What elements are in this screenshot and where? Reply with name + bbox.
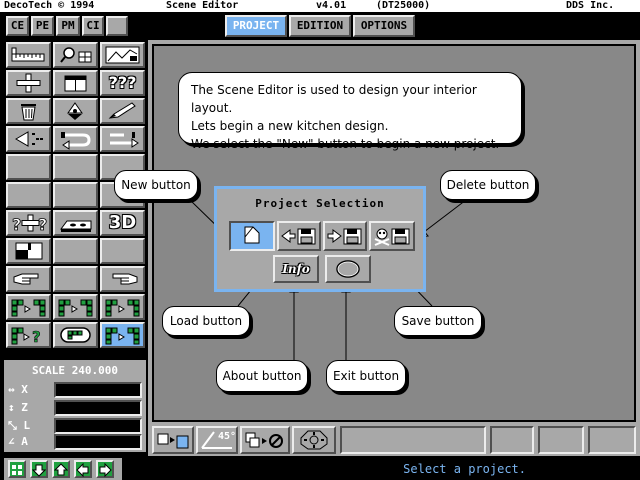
project-selection-dialog: Project Selection Info xyxy=(214,186,426,292)
new-project-button[interactable] xyxy=(229,221,275,251)
callout-about-button: About button xyxy=(216,360,308,392)
callout-save-button: Save button xyxy=(394,306,482,336)
about-button[interactable]: Info xyxy=(273,255,319,283)
callout-exit-button: Exit button xyxy=(326,360,406,392)
delete-project-button[interactable] xyxy=(369,221,415,251)
save-disk-icon xyxy=(327,228,362,245)
new-document-icon xyxy=(244,226,260,244)
connector-delete xyxy=(419,199,467,236)
intro-line: Lets begin a new kitchen design. xyxy=(191,119,389,133)
intro-line: The Scene Editor is used to design your … xyxy=(191,83,477,115)
intro-line: We select the "New" button to begin a ne… xyxy=(191,137,500,151)
callout-load-button: Load button xyxy=(162,306,250,336)
intro-callout: The Scene Editor is used to design your … xyxy=(178,72,522,151)
callout-new-button: New button xyxy=(114,170,198,200)
load-project-button[interactable] xyxy=(277,221,321,251)
skull-disk-icon xyxy=(374,228,410,246)
save-project-button[interactable] xyxy=(323,221,367,251)
callout-delete-button: Delete button xyxy=(440,170,536,200)
exit-button[interactable] xyxy=(325,255,371,283)
oval-exit-icon xyxy=(336,260,360,278)
load-disk-icon xyxy=(281,228,316,245)
dialog-title: Project Selection xyxy=(255,197,385,210)
